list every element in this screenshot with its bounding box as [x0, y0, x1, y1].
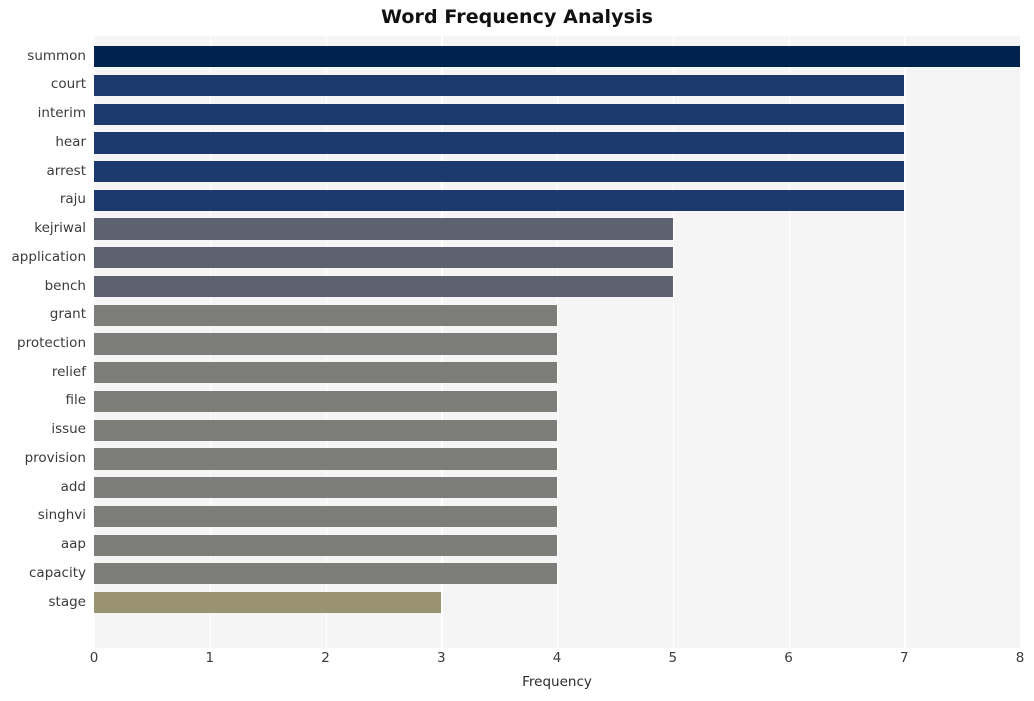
- y-tick-label-bench: bench: [44, 277, 86, 294]
- bar-row: [94, 132, 1020, 154]
- x-tick-label-8: 8: [1015, 650, 1025, 666]
- x-tick-label-7: 7: [899, 650, 909, 666]
- bar-aap: [94, 534, 557, 556]
- x-tick-label-3: 3: [436, 650, 446, 666]
- y-tick-label-aap: aap: [60, 536, 86, 553]
- plot-area: [94, 36, 1022, 648]
- y-tick-label-singhvi: singhvi: [37, 507, 86, 524]
- bar-summon: [94, 46, 1020, 68]
- y-tick-label-raju: raju: [59, 191, 86, 208]
- bar-capacity: [94, 563, 557, 585]
- y-tick-label-interim: interim: [37, 105, 86, 122]
- bar-row: [94, 333, 1020, 355]
- bar-provision: [94, 448, 557, 470]
- bar-row: [94, 591, 1020, 614]
- y-tick-label-grant: grant: [49, 306, 86, 323]
- bar-row: [94, 189, 1020, 211]
- bar-interim: [94, 103, 905, 125]
- bar-add: [94, 477, 557, 499]
- bar-relief: [94, 362, 557, 384]
- bar-row: [94, 362, 1020, 384]
- y-tick-label-relief: relief: [51, 363, 86, 380]
- y-tick-label-stage: stage: [48, 593, 86, 610]
- y-tick-label-arrest: arrest: [46, 162, 86, 179]
- bar-stage: [94, 591, 442, 614]
- bar-raju: [94, 189, 905, 211]
- y-tick-label-hear: hear: [55, 133, 86, 150]
- y-tick-label-issue: issue: [51, 421, 86, 438]
- bar-kejriwal: [94, 218, 673, 240]
- y-tick-label-protection: protection: [17, 335, 86, 351]
- x-tick-label-1: 1: [205, 650, 215, 666]
- bar-row: [94, 304, 1020, 326]
- bar-arrest: [94, 160, 905, 183]
- bar-row: [94, 247, 1020, 269]
- bar-row: [94, 477, 1020, 499]
- x-tick-label-2: 2: [321, 650, 330, 666]
- x-tick-label-4: 4: [552, 650, 562, 666]
- bar-grant: [94, 304, 557, 326]
- bar-row: [94, 160, 1020, 183]
- x-tick-label-0: 0: [89, 650, 99, 666]
- y-tick-label-add: add: [60, 478, 86, 495]
- y-axis-tick-labels: summon court interim hear arrest raju kejriwal…: [0, 36, 86, 648]
- bar-row: [94, 534, 1020, 556]
- y-tick-label-capacity: capacity: [29, 564, 86, 581]
- x-axis-title: Frequency: [522, 674, 592, 690]
- y-tick-label-court: court: [50, 76, 86, 93]
- chart-figure: Word Frequency Analysis summon court inter…: [0, 0, 1034, 701]
- bar-hear: [94, 132, 905, 154]
- y-tick-label-summon: summon: [27, 47, 86, 64]
- y-tick-label-file: file: [65, 392, 86, 409]
- bar-bench: [94, 275, 673, 298]
- bar-court: [94, 74, 905, 97]
- bar-row: [94, 103, 1020, 125]
- bar-file: [94, 390, 557, 413]
- bar-issue: [94, 419, 557, 441]
- bar-singhvi: [94, 505, 557, 528]
- x-tick-label-6: 6: [784, 650, 793, 666]
- bar-row: [94, 390, 1020, 413]
- bar-row: [94, 419, 1020, 441]
- y-tick-label-kejriwal: kejriwal: [34, 220, 86, 237]
- bar-protection: [94, 333, 557, 355]
- bar-row: [94, 275, 1020, 298]
- bar-row: [94, 448, 1020, 470]
- bar-application: [94, 247, 673, 269]
- x-tick-label-5: 5: [668, 650, 678, 666]
- y-tick-label-application: application: [11, 248, 86, 265]
- bar-row: [94, 74, 1020, 97]
- bar-row: [94, 563, 1020, 585]
- bar-row: [94, 218, 1020, 240]
- gridline-x-8: [1020, 36, 1022, 648]
- bar-row: [94, 46, 1020, 68]
- y-tick-label-provision: provision: [24, 449, 86, 466]
- bar-series: [94, 36, 1020, 648]
- chart-title: Word Frequency Analysis: [380, 6, 654, 28]
- x-axis-tick-labels: 0 1 2 3 4 5 6 7 8: [90, 648, 1025, 674]
- bar-row: [94, 505, 1020, 528]
